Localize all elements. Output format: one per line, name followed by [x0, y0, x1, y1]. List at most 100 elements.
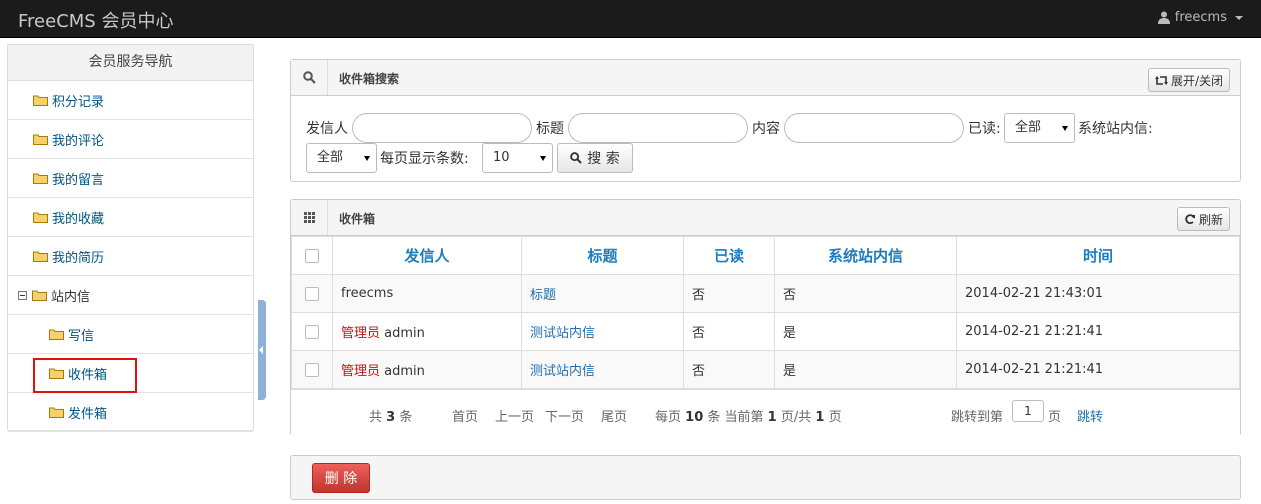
select-all-cell: [291, 236, 333, 275]
jump-suffix: 页: [1048, 410, 1062, 425]
read-cell: 否: [683, 274, 775, 313]
sender-role: 管理员: [341, 326, 381, 341]
message-title-link[interactable]: 标题: [530, 288, 556, 303]
sender-role: 管理员: [341, 364, 381, 379]
jump-button[interactable]: 跳转: [1077, 406, 1103, 425]
inbox-table: 发信人 标题 已读 系统站内信 时间 freecms 标题 否 否 2014-0…: [291, 236, 1240, 389]
search-panel-icon-box: [291, 60, 328, 95]
inbox-panel: 收件箱 刷新 发信人 标题 已读 系统站内信 时间 freecms 标题 否 否…: [290, 199, 1241, 436]
sidebar-item-label: 我的评论: [52, 133, 105, 149]
search-panel-header: 收件箱搜索 展开/关闭: [291, 60, 1240, 96]
last-page-link[interactable]: 尾页: [601, 406, 627, 425]
title-cell: 测试站内信: [521, 350, 684, 389]
content-label: 内容: [752, 121, 780, 137]
search-panel-title: 收件箱搜索: [339, 72, 400, 86]
select-all-checkbox[interactable]: [305, 249, 319, 263]
title-label: 标题: [536, 121, 564, 137]
sidebar-item-label: 发件箱: [68, 406, 108, 422]
table-row[interactable]: freecms 标题 否 否 2014-02-21 21:43:01: [291, 274, 1240, 313]
sidebar-item-messages[interactable]: 我的留言: [8, 159, 253, 198]
folder-icon: [49, 368, 64, 379]
message-title-link[interactable]: 测试站内信: [530, 326, 595, 341]
system-cell: 是: [774, 312, 957, 351]
folder-icon: [33, 95, 48, 106]
search-icon: [570, 152, 583, 164]
folder-icon: [33, 212, 48, 223]
sidebar-collapse-handle[interactable]: [258, 300, 266, 400]
title-cell: 标题: [521, 274, 684, 313]
table-header-row: 发信人 标题 已读 系统站内信 时间: [291, 236, 1240, 275]
search-button[interactable]: 搜 索: [557, 143, 633, 173]
sender-label: 发信人: [306, 121, 348, 137]
row-checkbox[interactable]: [305, 362, 319, 377]
refresh-button[interactable]: 刷新: [1176, 207, 1230, 231]
column-header-sender[interactable]: 发信人: [332, 236, 522, 275]
system-select[interactable]: 全部: [306, 143, 377, 173]
table-row[interactable]: 管理员 admin 测试站内信 否 是 2014-02-21 21:21:41: [291, 350, 1240, 389]
title-input[interactable]: [568, 113, 748, 143]
collapse-icon[interactable]: [18, 290, 27, 300]
search-button-label: 搜 索: [587, 151, 620, 167]
sidebar-item-label: 站内信: [51, 289, 91, 305]
sidebar-item-resume[interactable]: 我的简历: [8, 237, 253, 276]
inbox-panel-title: 收件箱: [339, 212, 376, 226]
toggle-label: 展开/关闭: [1170, 73, 1223, 88]
top-navbar: FreeCMS 会员中心 freecms: [0, 0, 1261, 38]
sender-input[interactable]: [352, 113, 532, 143]
sidebar-item-label: 收件箱: [68, 367, 108, 383]
row-select-cell: [291, 312, 333, 351]
sidebar-item-comments[interactable]: 我的评论: [8, 120, 253, 159]
message-title-link[interactable]: 测试站内信: [530, 364, 595, 379]
inbox-panel-icon-box: [291, 200, 328, 235]
delete-button[interactable]: 删 除: [312, 463, 370, 493]
time-cell: 2014-02-21 21:43:01: [956, 274, 1240, 313]
inbox-panel-header: 收件箱 刷新: [291, 200, 1240, 236]
column-header-title[interactable]: 标题: [521, 236, 684, 275]
row-checkbox[interactable]: [305, 286, 319, 301]
jump-page-input[interactable]: 1: [1012, 400, 1044, 422]
column-header-system[interactable]: 系统站内信: [774, 236, 957, 275]
sidebar-item-label: 我的收藏: [52, 211, 105, 227]
search-icon: [302, 71, 316, 84]
sidebar-item-mailbox[interactable]: 站内信: [8, 276, 253, 315]
user-icon: [1157, 11, 1170, 24]
action-bar: 删 除: [290, 455, 1241, 500]
user-menu[interactable]: freecms: [1157, 10, 1243, 25]
refresh-icon: [1185, 214, 1195, 225]
read-label: 已读:: [968, 121, 1001, 137]
row-checkbox[interactable]: [305, 324, 319, 339]
read-select[interactable]: 全部: [1004, 113, 1075, 143]
column-header-read[interactable]: 已读: [683, 236, 775, 275]
sidebar-item-compose[interactable]: 写信: [8, 315, 253, 354]
table-row[interactable]: 管理员 admin 测试站内信 否 是 2014-02-21 21:21:41: [291, 312, 1240, 351]
next-page-link[interactable]: 下一页: [545, 406, 584, 425]
sidebar-item-points[interactable]: 积分记录: [8, 81, 253, 120]
sidebar-item-label: 写信: [68, 328, 95, 344]
content-input[interactable]: [784, 113, 964, 143]
read-cell: 否: [683, 350, 775, 389]
title-cell: 测试站内信: [521, 312, 684, 351]
first-page-link[interactable]: 首页: [452, 406, 478, 425]
sender-cell: freecms: [332, 274, 522, 313]
row-select-cell: [291, 274, 333, 313]
sender-name: admin: [384, 364, 425, 379]
folder-icon: [49, 407, 64, 418]
grid-icon: [303, 212, 315, 223]
sidebar-item-inbox[interactable]: 收件箱: [8, 354, 253, 393]
system-cell: 是: [774, 350, 957, 389]
sender-cell: 管理员 admin: [332, 350, 522, 389]
prev-page-link[interactable]: 上一页: [495, 406, 534, 425]
retweet-icon: [1154, 75, 1168, 85]
sidebar-item-label: 我的留言: [52, 172, 105, 188]
toggle-button[interactable]: 展开/关闭: [1147, 68, 1230, 92]
sidebar-nav: 会员服务导航 积分记录 我的评论 我的留言 我的收藏 我的简历 站内信 写信 收…: [7, 44, 254, 432]
sidebar-item-outbox[interactable]: 发件箱: [8, 393, 253, 432]
pagesize-select[interactable]: 10: [482, 143, 553, 173]
read-cell: 否: [683, 312, 775, 351]
system-cell: 否: [774, 274, 957, 313]
app-title[interactable]: FreeCMS 会员中心: [18, 7, 173, 33]
sidebar-item-label: 积分记录: [52, 94, 105, 110]
column-header-time[interactable]: 时间: [956, 236, 1240, 275]
sidebar-item-favorites[interactable]: 我的收藏: [8, 198, 253, 237]
time-cell: 2014-02-21 21:21:41: [956, 312, 1240, 351]
